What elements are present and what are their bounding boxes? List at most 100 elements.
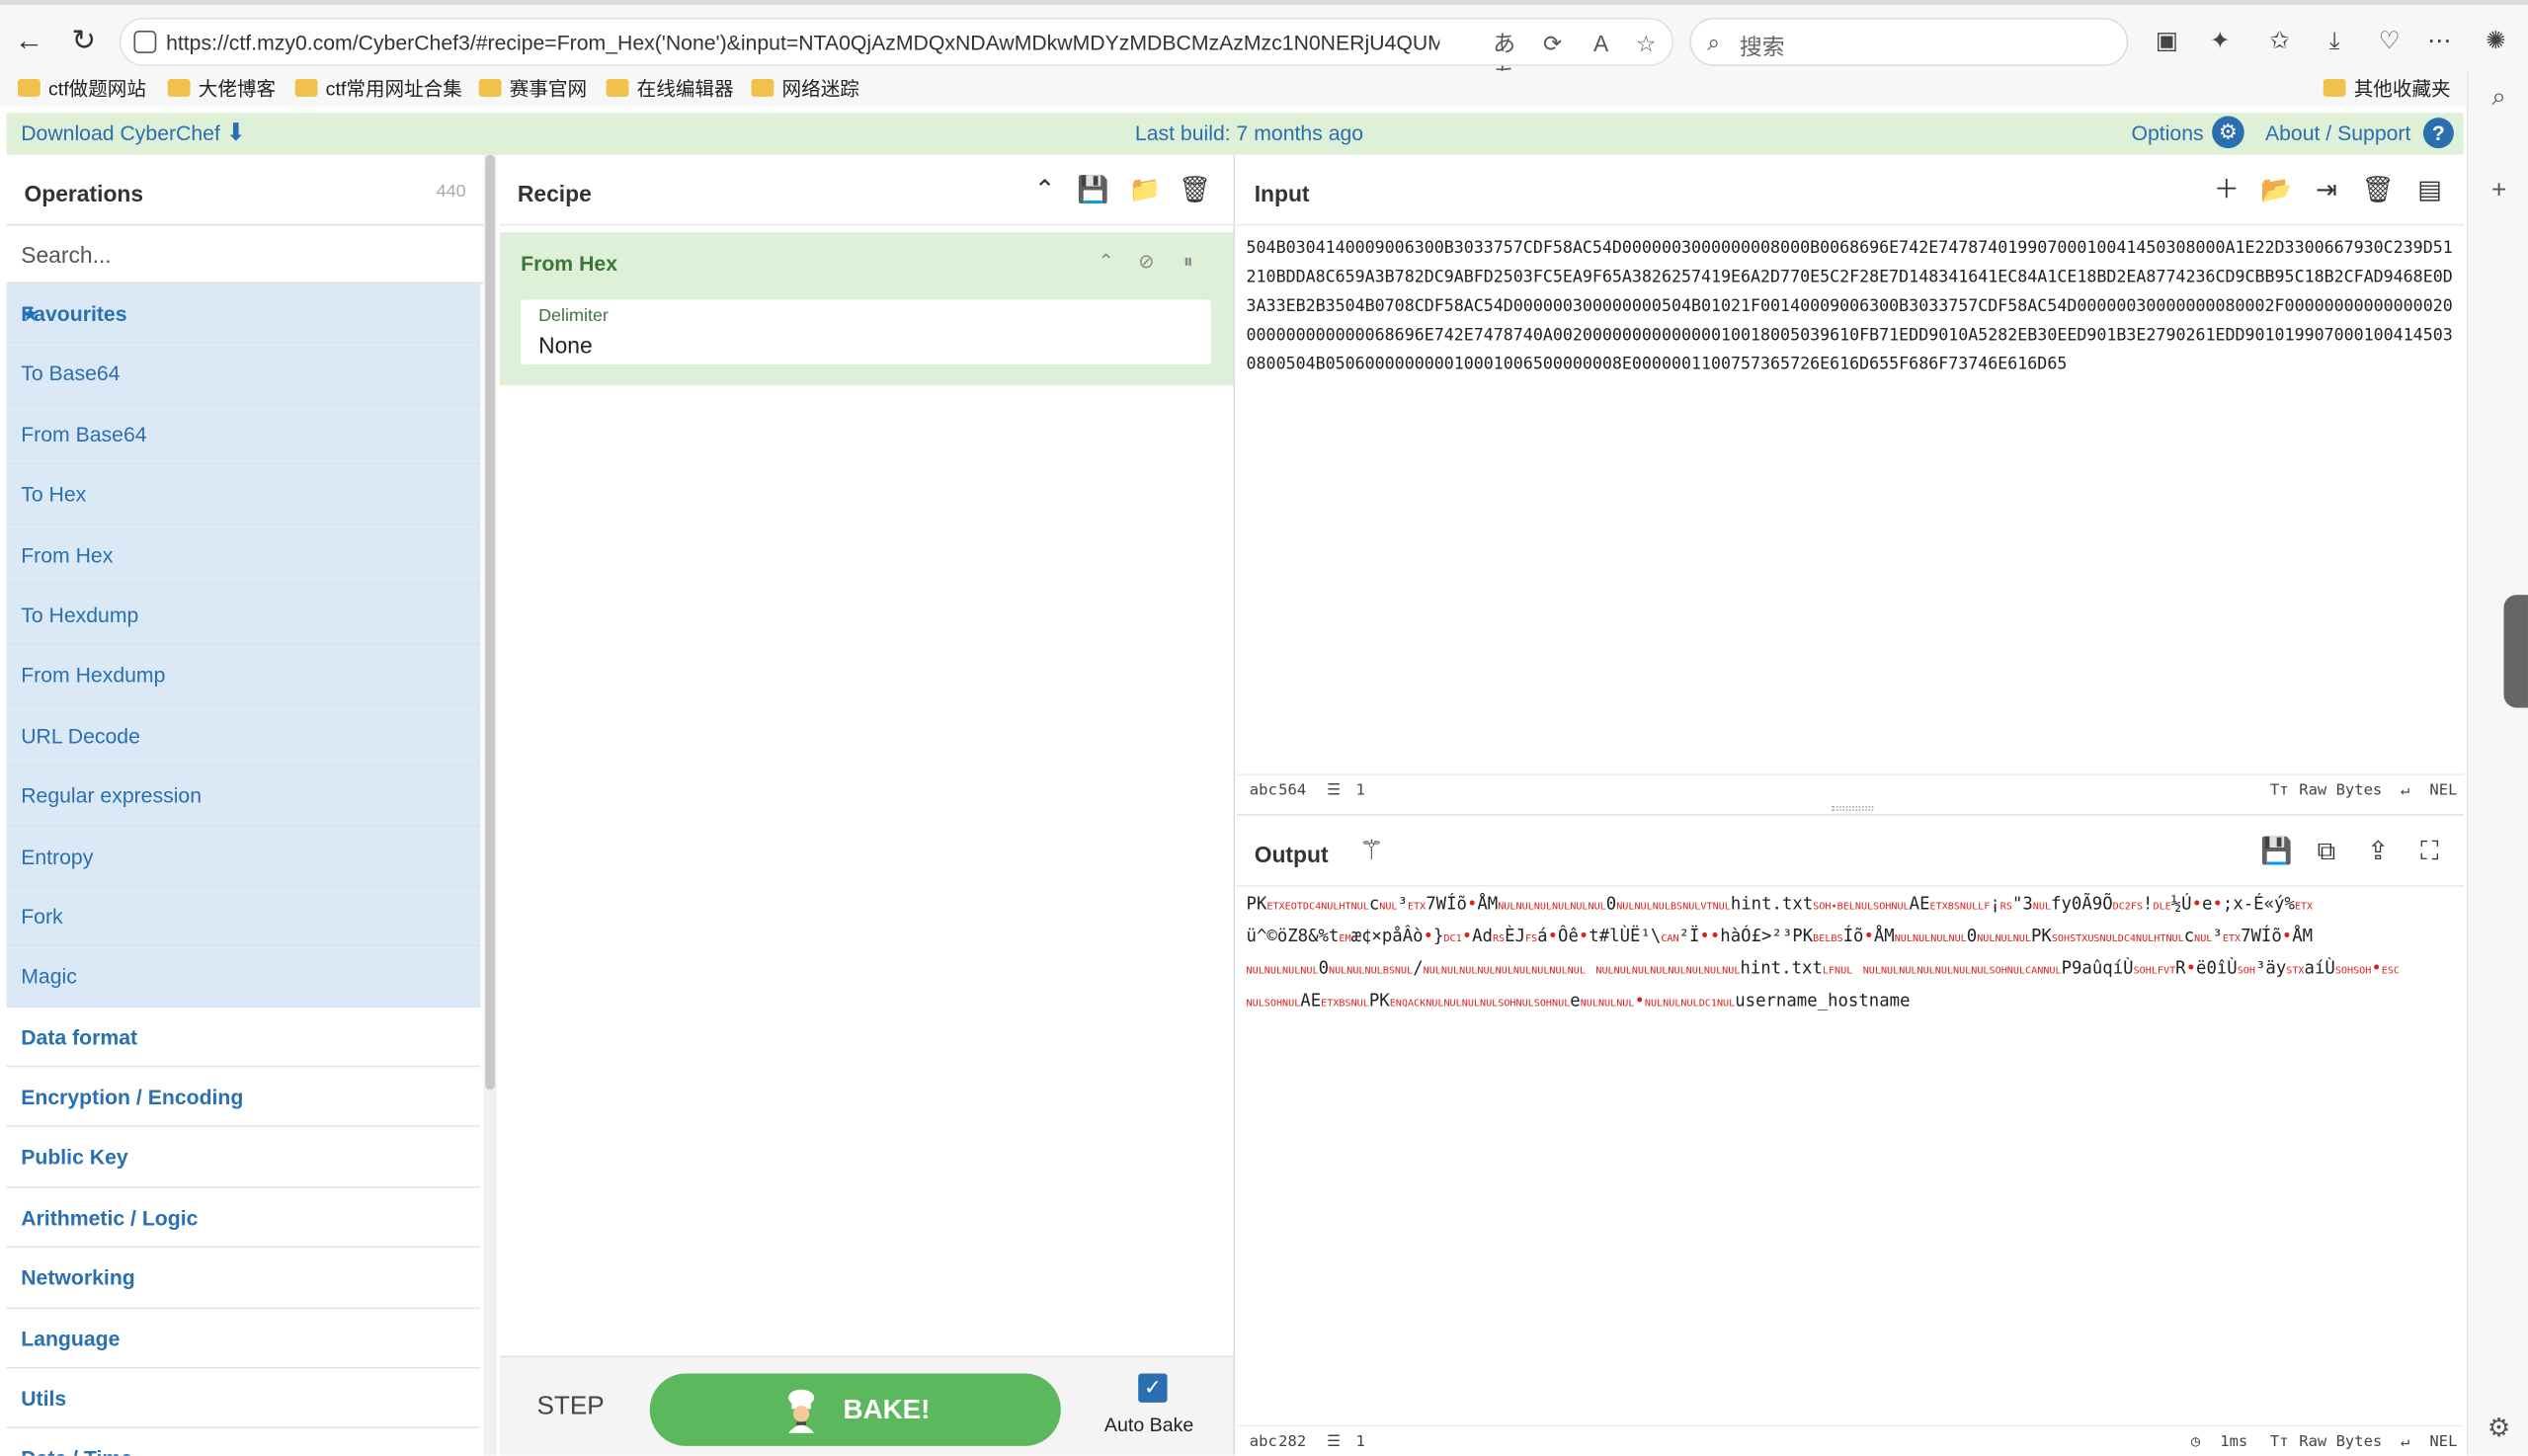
add-sidebar-icon[interactable]: + (2482, 178, 2517, 213)
copy-output-icon[interactable]: ⧉ (2309, 835, 2344, 870)
address-bar[interactable]: https://ctf.mzy0.com/CyberChef3/#recipe=… (119, 17, 1674, 89)
operation-item[interactable]: Regular expression (6, 766, 481, 827)
favorite-star-icon[interactable]: ☆ (1630, 28, 1663, 60)
operation-item[interactable]: From Hex (6, 525, 481, 586)
refresh-page-icon[interactable]: ⟳ (1536, 28, 1569, 60)
bake-button[interactable]: BAKE! (649, 1373, 1061, 1446)
input-format[interactable]: Raw Bytes (2299, 782, 2382, 800)
open-file-icon[interactable]: ⇥ (2309, 174, 2344, 209)
bookmark-folder[interactable]: 大佬博客 (167, 74, 276, 102)
input-textarea[interactable]: 504B0304140009006300B3033757CDF58AC54D00… (1247, 235, 2459, 380)
download-icon[interactable]: ⬇ (225, 118, 246, 147)
back-icon[interactable]: ← (10, 21, 48, 59)
checkbox-checked-icon[interactable]: ✓ (1138, 1373, 1168, 1403)
sidebar-handle[interactable] (2503, 595, 2528, 708)
help-icon[interactable]: ? (2422, 118, 2454, 149)
save-recipe-icon[interactable]: 💾 (1077, 176, 1109, 208)
category-item[interactable]: Networking (6, 1248, 481, 1309)
eol-icon[interactable]: ↵ (2401, 1433, 2409, 1451)
downloads-icon[interactable]: ⤓ (2317, 24, 2352, 59)
star-icon[interactable]: ★ (21, 301, 457, 327)
control-char: • (1863, 927, 1874, 946)
load-recipe-icon[interactable]: 📁 (1128, 176, 1161, 208)
operation-item[interactable]: To Base64 (6, 344, 481, 405)
site-info-icon[interactable] (133, 31, 157, 53)
operation-item[interactable]: Entropy (6, 826, 481, 887)
add-tab-icon[interactable]: ＋ (2209, 174, 2244, 209)
category-item[interactable]: Encryption / Encoding (6, 1067, 481, 1128)
control-char: ESC (2381, 965, 2401, 977)
operation-item[interactable]: From Base64 (6, 404, 481, 465)
control-char: NUL (1899, 965, 1917, 977)
pause-icon[interactable]: ⏸ (1176, 248, 1201, 274)
category-item[interactable]: Data format (6, 1007, 481, 1068)
operation-item[interactable]: To Hex (6, 464, 481, 526)
about-link[interactable]: About / Support (2265, 121, 2410, 144)
download-link[interactable]: Download CyberChef (21, 121, 220, 144)
operations-scrollbar[interactable] (483, 154, 497, 1456)
gear-icon[interactable]: ⚙ (2212, 116, 2244, 149)
text-encoding-icon[interactable]: Tт (2270, 1433, 2289, 1451)
operation-item[interactable]: Magic (6, 946, 481, 1008)
maximise-icon[interactable]: ⛶ (2411, 835, 2447, 870)
chevron-up-icon[interactable]: ⌃ (1093, 248, 1118, 274)
text-encoding-icon[interactable]: Tт (2270, 782, 2289, 800)
search-placeholder: Search... (21, 241, 112, 268)
more-menu-icon[interactable]: ⋯ (2421, 24, 2457, 59)
output-format[interactable]: Raw Bytes (2299, 1433, 2382, 1451)
clear-input-icon[interactable]: 🗑 (2360, 174, 2396, 209)
search-sidebar-icon[interactable]: ⌕ (2482, 84, 2517, 120)
disable-icon[interactable]: ⊘ (1133, 248, 1159, 274)
layout-icon[interactable]: ▤ (2411, 174, 2447, 209)
step-button[interactable]: STEP (536, 1393, 604, 1421)
browser-search-input[interactable]: ⌕ 搜索 (1689, 17, 2129, 66)
panel-resize-handle[interactable] (1831, 806, 1874, 811)
category-item[interactable]: Language (6, 1308, 481, 1369)
replace-input-icon[interactable]: ⇪ (2360, 835, 2396, 870)
control-char: NUL (2165, 932, 2184, 945)
bookmark-folder[interactable]: 在线编辑器 (606, 74, 734, 102)
recipe-operation[interactable]: From Hex ⌃ ⊘ ⏸ Delimiter None (499, 232, 1234, 386)
performance-icon[interactable]: ♡ (2372, 24, 2407, 59)
clear-recipe-icon[interactable]: 🗑 (1179, 176, 1211, 208)
url-text[interactable]: https://ctf.mzy0.com/CyberChef3/#recipe=… (166, 31, 1439, 54)
category-item[interactable]: Date / Time (6, 1428, 481, 1456)
delimiter-field[interactable]: Delimiter None (521, 299, 1211, 364)
operation-item[interactable]: From Hexdump (6, 645, 481, 706)
operation-item[interactable]: URL Decode (6, 705, 481, 767)
reader-icon[interactable]: ▣ (2149, 24, 2184, 59)
auto-bake-toggle[interactable]: ✓ Auto Bake (1102, 1372, 1202, 1443)
output-eol[interactable]: NEL (2429, 1433, 2457, 1451)
category-favourites[interactable]: Favourites ★ (6, 283, 481, 345)
operation-item[interactable]: To Hexdump (6, 585, 481, 646)
save-output-icon[interactable]: 💾 (2258, 835, 2294, 870)
copilot-icon[interactable]: ✺ (2478, 24, 2513, 59)
control-char: NUL (1595, 965, 1614, 977)
category-item[interactable]: Utils (6, 1368, 481, 1429)
bookmarks-bar: ctf做题网站 大佬博客 ctf常用网址合集 赛事官网 在线编辑器 网络迷踪 其… (0, 70, 2528, 107)
extensions-icon[interactable]: ✦ (2202, 24, 2238, 59)
delimiter-value[interactable]: None (538, 332, 593, 358)
magic-wand-icon[interactable]: ⚚ (1359, 835, 1384, 867)
bookmark-folder[interactable]: 网络迷踪 (751, 74, 859, 102)
translate-icon[interactable]: ああ (1488, 28, 1520, 89)
refresh-icon[interactable]: ↻ (64, 21, 103, 59)
bookmark-folder[interactable]: 赛事官网 (478, 74, 587, 102)
category-item[interactable]: Arithmetic / Logic (6, 1187, 481, 1249)
open-folder-icon[interactable]: 📂 (2258, 174, 2294, 209)
bookmark-folder[interactable]: ctf做题网站 (17, 74, 146, 102)
eol-icon[interactable]: ↵ (2401, 782, 2409, 800)
chevron-up-icon[interactable]: ⌃ (1028, 176, 1061, 208)
other-bookmarks[interactable]: 其他收藏夹 (2323, 74, 2451, 102)
options-link[interactable]: Options (2132, 121, 2204, 144)
favorites-icon[interactable]: ✩ (2262, 24, 2298, 59)
category-item[interactable]: Public Key (6, 1127, 481, 1188)
output-textarea[interactable]: PKETXEOTDC4NULHTNULcNUL³ETX7WÍõ•ÅMNULNUL… (1247, 890, 2459, 1019)
bookmark-folder[interactable]: ctf常用网址合集 (294, 74, 462, 102)
read-aloud-icon[interactable]: A (1585, 28, 1617, 60)
operations-search-input[interactable]: Search... (6, 225, 484, 284)
operation-item[interactable]: Fork (6, 886, 481, 947)
input-eol[interactable]: NEL (2429, 782, 2457, 800)
settings-icon[interactable]: ⚙ (2482, 1413, 2517, 1448)
scrollbar-thumb[interactable] (485, 154, 496, 1091)
